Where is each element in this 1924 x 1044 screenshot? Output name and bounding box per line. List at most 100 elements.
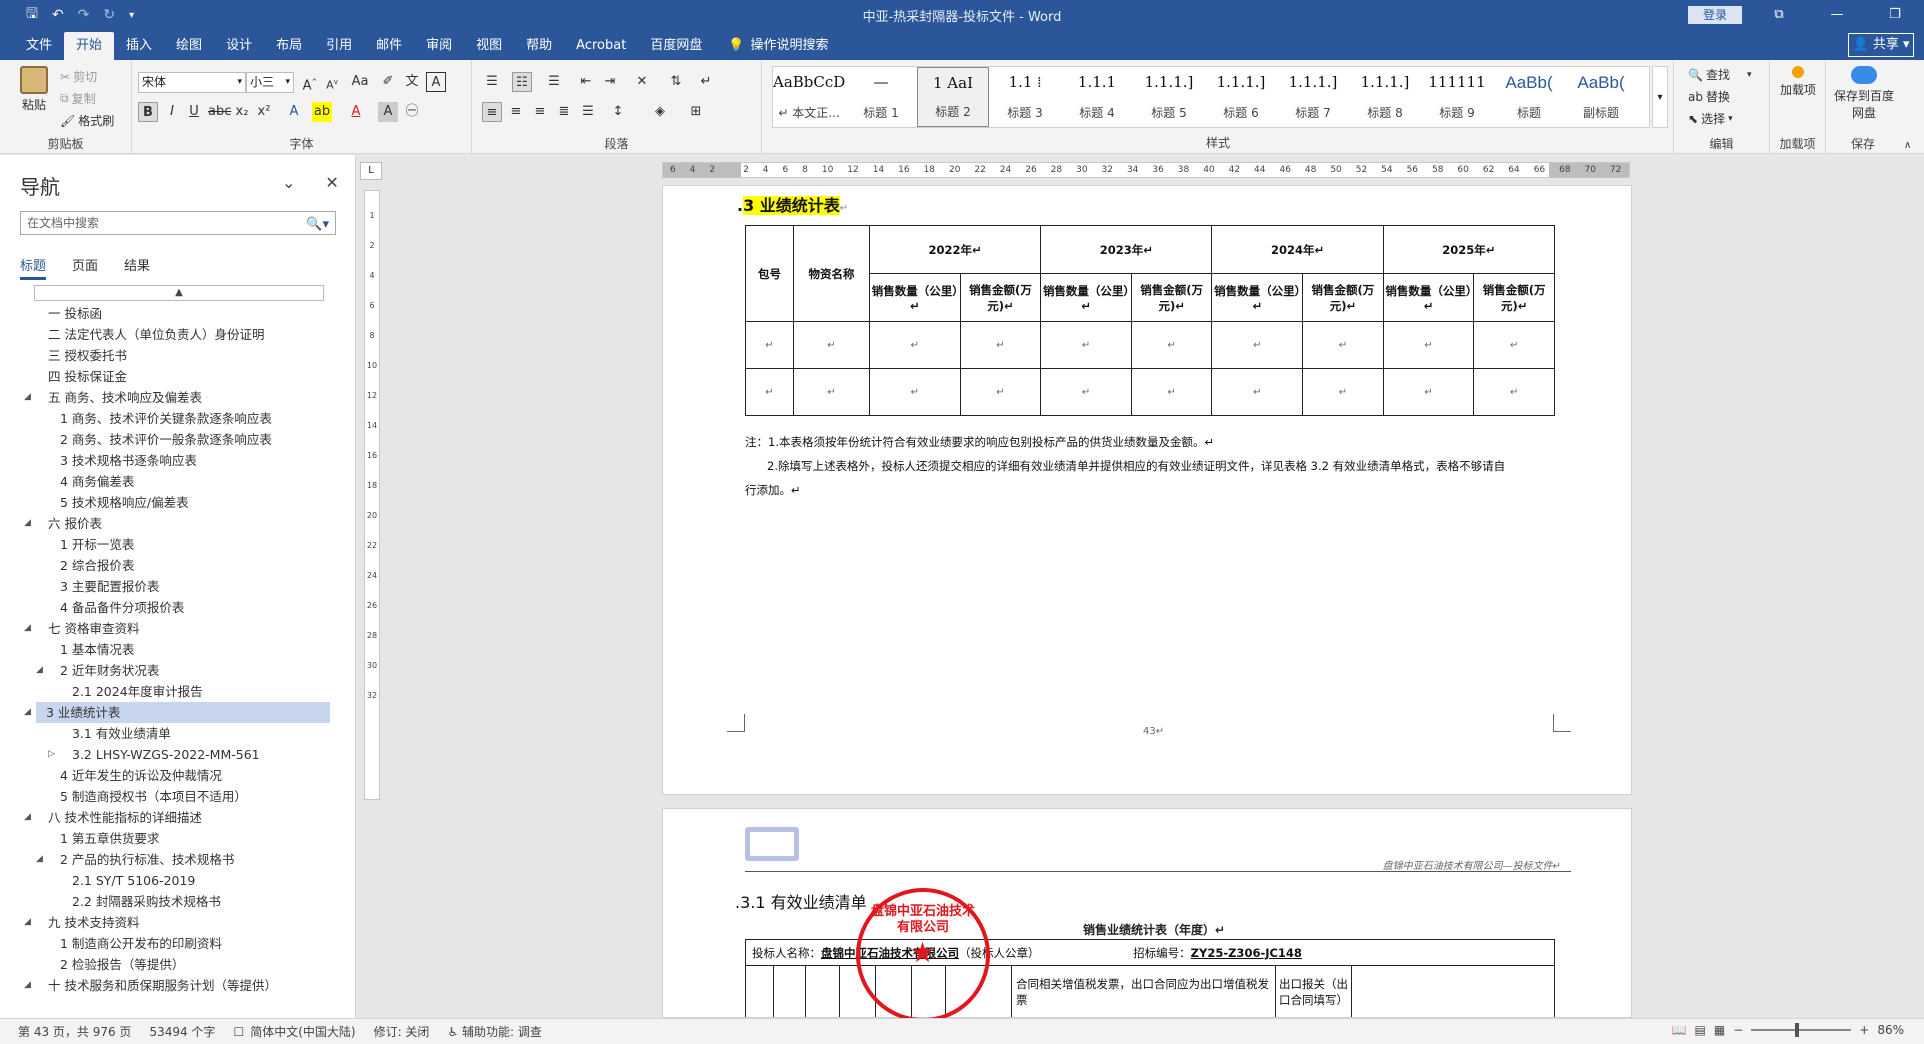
table-cell[interactable]: ↵ [1040, 368, 1132, 416]
numbering-icon[interactable]: ☷ [512, 72, 532, 92]
zoom-slider-thumb[interactable] [1795, 1023, 1800, 1037]
align-center-icon[interactable]: ≡ [506, 102, 526, 122]
show-marks-icon[interactable]: ↵ [696, 72, 716, 92]
word-count[interactable]: 53494 个字 [149, 1023, 215, 1040]
distributed-icon[interactable]: ☰ [578, 102, 598, 122]
grow-font-icon[interactable]: A^ [300, 72, 320, 93]
nav-tab[interactable]: 页面 [72, 255, 98, 280]
nav-heading-item[interactable]: ◢ 七 资格审查资料 [0, 618, 356, 639]
bullets-icon[interactable]: ☰ [482, 72, 502, 92]
tab-9[interactable]: 视图 [464, 32, 514, 60]
styles-more-icon[interactable]: ▾ [1652, 66, 1668, 128]
align-left-icon[interactable]: ≡ [482, 102, 502, 122]
table-cell[interactable] [773, 965, 806, 1017]
nav-heading-item[interactable]: 1 基本情况表 [0, 639, 356, 660]
character-shading-icon[interactable]: A [378, 102, 398, 122]
save-icon[interactable]: 🖫 [26, 3, 38, 27]
decrease-indent-icon[interactable]: ⇤ [576, 72, 596, 92]
web-layout-icon[interactable]: ▦ [1714, 1023, 1725, 1037]
font-size-select[interactable]: 小三 ▾ [246, 72, 294, 93]
nav-heading-item[interactable]: 1 制造商公开发布的印刷资料 [0, 933, 356, 954]
table-cell[interactable]: ↵ [1382, 368, 1475, 416]
nav-heading-item[interactable]: 2.2 封隔器采购技术规格书 [0, 891, 356, 912]
table-cell[interactable]: ↵ [959, 368, 1042, 416]
table-cell[interactable]: ↵ [959, 321, 1042, 369]
nav-options-icon[interactable]: ⌄ [282, 173, 295, 192]
shrink-font-icon[interactable]: Av [322, 72, 342, 92]
table-cell[interactable]: ↵ [869, 368, 961, 416]
nav-heading-item[interactable]: 2 综合报价表 [0, 555, 356, 576]
nav-search-input[interactable]: 在文档中搜索 🔍▾ [20, 211, 336, 235]
share-button[interactable]: 👤 共享 ▾ [1848, 33, 1914, 57]
table-cell[interactable] [805, 965, 840, 1017]
format-painter-button[interactable]: 🖌 格式刷 [60, 112, 114, 129]
nav-heading-item[interactable]: ▷ 3.2 LHSY-WZGS-2022-MM-561 [0, 744, 356, 765]
nav-heading-item[interactable]: 二 法定代表人（单位负责人）身份证明 [0, 324, 356, 345]
multilevel-list-icon[interactable]: ☰ [544, 72, 564, 92]
tab-5[interactable]: 布局 [264, 32, 314, 60]
table-cell[interactable]: ↵ [1473, 368, 1555, 416]
tab-selector[interactable]: L [360, 162, 382, 180]
nav-scroll-up-icon[interactable]: ▲ [34, 285, 324, 301]
font-name-select[interactable]: 宋体 ▾ [138, 72, 246, 93]
nav-heading-item[interactable]: ◢ 3 业绩统计表 [24, 702, 330, 723]
table-cell[interactable]: ↵ [793, 321, 870, 369]
tab-8[interactable]: 审阅 [414, 32, 464, 60]
autosave-icon[interactable]: ↻ [103, 7, 115, 23]
table-cell[interactable]: ↵ [1211, 368, 1304, 416]
language[interactable]: 简体中文(中国大陆) [250, 1023, 355, 1040]
document-page[interactable]: .3 业绩统计表↵ 包号 物资名称 2022年↵ 2023年↵ 2024年↵ 2… [662, 185, 1632, 795]
table-cell[interactable]: ↵ [793, 368, 870, 416]
expand-arrow-icon[interactable]: ◢ [24, 807, 31, 828]
tab-11[interactable]: Acrobat [564, 32, 638, 60]
select-button[interactable]: ⬉ 选择 ▾ [1688, 110, 1733, 127]
nav-heading-item[interactable]: 5 技术规格响应/偏差表 [0, 492, 356, 513]
nav-tab[interactable]: 结果 [124, 255, 150, 280]
expand-arrow-icon[interactable]: ◢ [24, 975, 31, 996]
expand-arrow-icon[interactable]: ◢ [36, 849, 43, 870]
enclose-characters-icon[interactable]: ㊀ [402, 102, 422, 122]
chinese-layout-icon[interactable]: ✕ [632, 72, 652, 92]
nav-close-icon[interactable]: ✕ [325, 173, 338, 192]
expand-arrow-icon[interactable]: ▷ [48, 744, 55, 765]
expand-arrow-icon[interactable]: ◢ [24, 387, 31, 408]
tab-3[interactable]: 绘图 [164, 32, 214, 60]
undo-icon[interactable]: ↶ [52, 7, 64, 23]
nav-heading-item[interactable]: 3 技术规格书逐条响应表 [0, 450, 356, 471]
zoom-level[interactable]: 86% [1877, 1023, 1904, 1037]
nav-heading-item[interactable]: 三 授权委托书 [0, 345, 356, 366]
style-item[interactable]: AaBb(标题 [1493, 67, 1565, 127]
style-item[interactable]: 1.1.1.] 标题 7 [1277, 67, 1349, 127]
tab-4[interactable]: 设计 [214, 32, 264, 60]
expand-arrow-icon[interactable]: ◢ [36, 660, 43, 681]
nav-heading-item[interactable]: 1 第五章供货要求 [0, 828, 356, 849]
character-border-icon[interactable]: A [426, 72, 446, 92]
zoom-in-icon[interactable]: + [1859, 1023, 1869, 1037]
nav-heading-item[interactable]: 2.1 2024年度审计报告 [0, 681, 356, 702]
track-changes[interactable]: 修订: 关闭 [374, 1023, 430, 1040]
nav-heading-item[interactable]: ◢ 十 技术服务和质保期服务计划（等提供） [0, 975, 356, 996]
underline-icon[interactable]: U [184, 102, 204, 122]
tab-2[interactable]: 插入 [114, 32, 164, 60]
nav-heading-item[interactable]: 3 主要配置报价表 [0, 576, 356, 597]
phonetic-guide-icon[interactable]: 文 [402, 72, 422, 92]
nav-heading-item[interactable]: 2.1 SY/T 5106-2019 [0, 870, 356, 891]
table-cell[interactable] [745, 965, 774, 1017]
zoom-out-icon[interactable]: − [1733, 1023, 1743, 1037]
italic-icon[interactable]: I [162, 102, 182, 122]
expand-arrow-icon[interactable]: ◢ [24, 702, 31, 723]
expand-arrow-icon[interactable]: ◢ [24, 912, 31, 933]
font-color-icon[interactable]: A [346, 102, 366, 122]
style-item[interactable]: 1.1 ⁞ 标题 3 [989, 67, 1061, 127]
tell-me[interactable]: 💡 操作说明搜索 [714, 32, 828, 60]
change-case-icon[interactable]: Aa [350, 72, 370, 92]
nav-heading-item[interactable]: ◢ 九 技术支持资料 [0, 912, 356, 933]
table-cell[interactable]: ↵ [1302, 368, 1384, 416]
nav-heading-item[interactable]: ◢ 八 技术性能指标的详细描述 [0, 807, 356, 828]
bold-icon[interactable]: B [138, 102, 158, 122]
redo-icon[interactable]: ↷ [78, 7, 90, 23]
find-button[interactable]: 🔍 查找 ▾ [1688, 66, 1752, 83]
addins-button[interactable]: 加载项 [1778, 66, 1818, 98]
customize-qat-icon[interactable]: ▾ [129, 10, 134, 21]
zoom-slider[interactable] [1751, 1023, 1852, 1037]
